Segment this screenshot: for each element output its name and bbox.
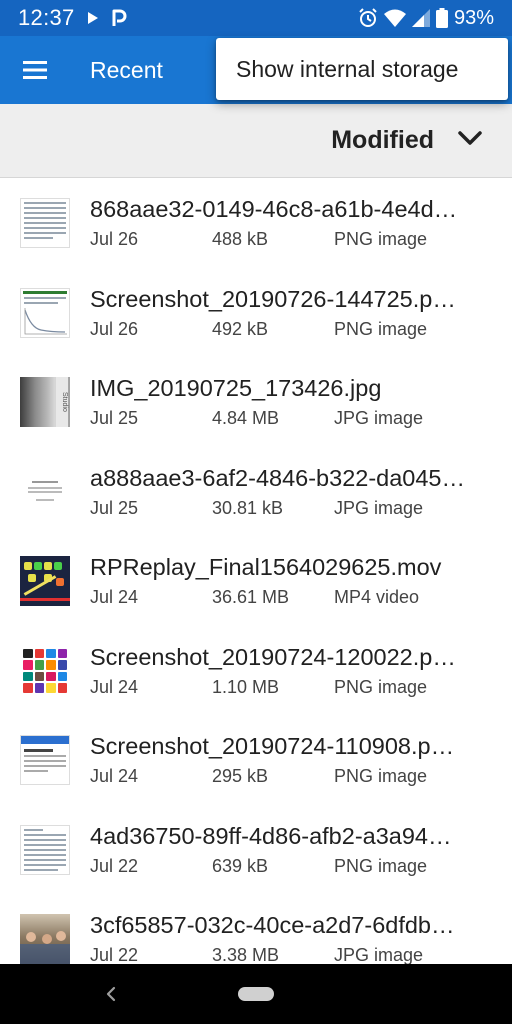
alarm-icon [358,8,378,28]
battery-icon [435,8,448,28]
file-row[interactable]: Screenshot_20190726-144725.p… Jul 26 492… [0,268,512,358]
screen: 12:37 93% Recent Show internal storage M… [0,0,512,1024]
document-thumbnail [20,287,70,338]
file-size: 30.81 kB [212,497,284,518]
file-type: PNG image [334,676,428,697]
file-name: Screenshot_20190724-120022.p… [90,643,456,670]
photo-thumbnail [20,914,70,964]
file-size: 295 kB [212,766,269,786]
file-row[interactable]: RPReplay_Final1564029625.mov Jul 24 36.6… [0,536,512,626]
document-thumbnail [20,824,70,875]
file-row[interactable]: 868aae32-0149-46c8-a61b-4e4d… Jul 26 488… [0,178,512,268]
file-name: RPReplay_Final1564029625.mov [90,554,442,580]
icon-grid-thumbnail [20,645,70,696]
file-name: 868aae32-0149-46c8-a61b-4e4d… [90,196,458,222]
sort-button[interactable]: Modified [331,126,482,155]
file-size: 4.84 MB [212,408,280,428]
file-size: 1.10 MB [212,676,280,697]
file-list: 868aae32-0149-46c8-a61b-4e4d… Jul 26 488… [0,178,512,984]
wifi-icon [383,9,406,27]
signal-icon [411,9,430,27]
file-size: 492 kB [212,318,269,339]
file-type: PNG image [334,229,428,249]
menu-item-show-internal-storage[interactable]: Show internal storage [236,56,458,83]
file-date: Jul 25 [90,497,139,518]
p-icon [111,9,127,27]
file-name: 3cf65857-032c-40ce-a2d7-6dfdb… [90,912,455,938]
navigation-bar [0,964,512,1024]
file-date: Jul 26 [90,229,139,249]
file-type: PNG image [334,855,428,876]
file-date: Jul 24 [90,766,139,786]
file-name: IMG_20190725_173426.jpg [90,375,382,401]
file-type: JPG image [334,408,424,428]
sort-header: Modified [0,104,512,178]
file-name: Screenshot_20190724-110908.p… [90,733,455,759]
back-icon[interactable] [100,982,122,1006]
file-row[interactable]: 4ad36750-89ff-4d86-afb2-a3a94… Jul 22 63… [0,805,512,895]
hamburger-menu-icon[interactable] [0,36,70,104]
file-type: PNG image [334,766,428,786]
file-date: Jul 22 [90,855,139,876]
video-thumbnail [20,556,70,606]
file-type: JPG image [334,497,424,518]
file-row[interactable]: Screenshot_20190724-110908.p… Jul 24 295… [0,715,512,805]
file-name: a888aae3-6af2-4846-b322-da045… [90,464,466,491]
document-thumbnail [20,198,70,248]
sort-label: Modified [331,126,434,154]
photo-thumbnail: Studio [20,377,70,427]
file-date: Jul 22 [90,945,139,965]
file-date: Jul 24 [90,587,139,607]
file-type: JPG image [334,945,424,965]
file-type: PNG image [334,318,428,339]
file-date: Jul 25 [90,408,139,428]
battery-percent: 93% [453,6,494,29]
home-pill-icon[interactable] [238,987,274,1001]
file-size: 639 kB [212,855,269,876]
file-date: Jul 26 [90,318,139,339]
text-card-thumbnail [20,466,70,517]
file-row[interactable]: Screenshot_20190724-120022.p… Jul 24 1.1… [0,626,512,716]
chevron-down-icon [458,130,482,151]
file-row[interactable]: a888aae3-6af2-4846-b322-da045… Jul 25 30… [0,447,512,537]
file-size: 3.38 MB [212,945,280,965]
file-name: Screenshot_20190726-144725.p… [90,285,456,312]
webpage-thumbnail [20,735,70,785]
overflow-menu: Show internal storage [216,38,508,100]
status-bar: 12:37 93% [0,0,512,36]
file-size: 36.61 MB [212,587,290,607]
file-date: Jul 24 [90,676,139,697]
file-type: MP4 video [334,587,420,607]
status-time: 12:37 [18,5,75,30]
file-name: 4ad36750-89ff-4d86-afb2-a3a94… [90,822,452,849]
file-row[interactable]: Studio IMG_20190725_173426.jpg Jul 25 4.… [0,357,512,447]
play-icon [87,11,99,25]
file-size: 488 kB [212,229,269,249]
page-title: Recent [90,56,163,83]
